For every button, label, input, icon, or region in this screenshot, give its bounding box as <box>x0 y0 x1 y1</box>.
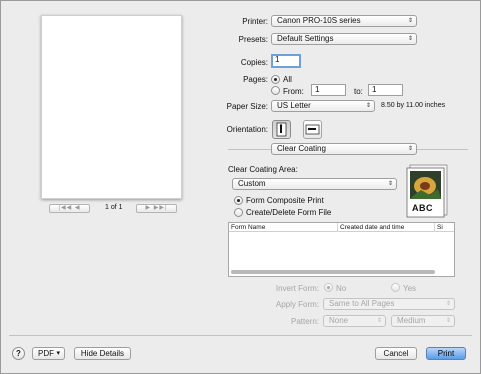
paper-size-label: Paper Size: <box>226 102 268 111</box>
paper-dimensions: 8.50 by 11.00 inches <box>381 102 446 109</box>
printer-popup[interactable]: Canon PRO-10S series ⇕ <box>271 15 417 27</box>
column-created-date[interactable]: Created date and time <box>338 223 435 232</box>
page-indicator: 1 of 1 <box>105 204 123 211</box>
paper-size-value: US Letter <box>277 101 311 110</box>
hide-details-button[interactable]: Hide Details <box>74 347 131 360</box>
copies-label: Copies: <box>240 58 268 67</box>
popup-arrows-icon: ⇕ <box>407 36 413 42</box>
popup-arrows-icon: ⇕ <box>407 18 413 24</box>
section-popup-value: Clear Coating <box>277 144 326 153</box>
pdf-menu-button[interactable]: PDF ▾ <box>32 347 65 360</box>
popup-arrows-icon: ⇕ <box>445 301 451 307</box>
popup-arrows-icon: ⇕ <box>445 318 451 324</box>
printer-value: Canon PRO-10S series <box>277 16 361 25</box>
page-preview <box>41 15 182 199</box>
pattern-value: None <box>329 316 349 325</box>
next-last-page-buttons[interactable]: ▶ ▶▶| <box>136 204 177 213</box>
form-composite-print-label: Form Composite Print <box>246 196 324 205</box>
paper-size-popup[interactable]: US Letter ⇕ <box>271 100 375 112</box>
pattern-popup[interactable]: None ⇕ <box>323 315 386 327</box>
presets-label: Presets: <box>238 35 268 44</box>
portrait-orientation-button[interactable] <box>272 120 291 139</box>
apply-form-value: Same to All Pages <box>329 299 395 308</box>
pattern-density-value: Medium <box>397 316 426 325</box>
popup-arrows-icon: ⇕ <box>365 103 371 109</box>
pages-from-radio[interactable] <box>271 86 280 95</box>
printer-label: Printer: <box>242 17 268 26</box>
pages-to-field[interactable]: 1 <box>368 84 403 96</box>
create-delete-form-file-radio[interactable] <box>234 208 243 217</box>
pages-label: Pages: <box>243 75 268 84</box>
pages-all-radio[interactable] <box>271 75 280 84</box>
presets-popup[interactable]: Default Settings ⇕ <box>271 33 417 45</box>
pdf-label: PDF <box>38 349 54 358</box>
column-size[interactable]: Si <box>435 223 456 232</box>
pages-to-label: to: <box>354 87 363 96</box>
invert-form-label: Invert Form: <box>275 284 319 293</box>
form-table[interactable]: Form Name Created date and time Si <box>228 222 455 277</box>
preview-abc-text: ABC <box>412 203 433 213</box>
form-table-header: Form Name Created date and time Si <box>229 223 454 232</box>
form-composite-print-radio[interactable] <box>234 196 243 205</box>
footer-separator <box>9 335 472 336</box>
pages-from-field[interactable]: 1 <box>311 84 346 96</box>
clear-coating-preview-image: ABC <box>405 164 449 218</box>
clear-coating-area-popup[interactable]: Custom ⇕ <box>232 178 397 190</box>
apply-form-popup[interactable]: Same to All Pages ⇕ <box>323 298 455 310</box>
print-dialog: |◀◀ ◀ 1 of 1 ▶ ▶▶| Printer: Canon PRO-10… <box>0 0 481 374</box>
orientation-label: Orientation: <box>226 125 268 134</box>
clear-coating-area-label: Clear Coating Area: <box>228 165 298 174</box>
cancel-button[interactable]: Cancel <box>375 347 417 360</box>
chevron-down-icon: ▾ <box>56 350 60 357</box>
popup-arrows-icon: ⇕ <box>407 146 413 152</box>
popup-arrows-icon: ⇕ <box>376 318 382 324</box>
landscape-orientation-button[interactable] <box>303 120 322 139</box>
copies-field[interactable]: 1 <box>271 54 301 68</box>
popup-arrows-icon: ⇕ <box>387 181 393 187</box>
pattern-density-popup[interactable]: Medium ⇕ <box>391 315 455 327</box>
help-button[interactable]: ? <box>12 347 25 360</box>
invert-form-no-radio[interactable] <box>324 283 333 292</box>
invert-form-yes-label: Yes <box>403 284 417 293</box>
invert-form-no-label: No <box>336 284 347 293</box>
horizontal-scrollbar[interactable] <box>231 270 435 274</box>
pages-from-label: From: <box>283 87 304 96</box>
clear-coating-area-value: Custom <box>238 179 266 188</box>
portrait-orientation-icon <box>276 122 287 137</box>
invert-form-yes-radio[interactable] <box>391 283 400 292</box>
print-button[interactable]: Print <box>426 347 466 360</box>
first-prev-page-buttons[interactable]: |◀◀ ◀ <box>49 204 90 213</box>
pattern-label: Pattern: <box>290 317 319 326</box>
apply-form-label: Apply Form: <box>275 300 319 309</box>
column-form-name[interactable]: Form Name <box>229 223 338 232</box>
presets-value: Default Settings <box>277 34 334 43</box>
pages-all-label: All <box>283 75 292 84</box>
landscape-orientation-icon <box>305 124 320 135</box>
section-popup[interactable]: Clear Coating ⇕ <box>271 143 417 155</box>
create-delete-form-file-label: Create/Delete Form File <box>246 208 332 217</box>
